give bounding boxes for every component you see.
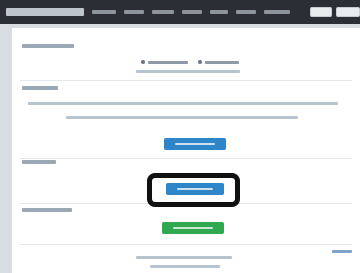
description-line-2: [66, 116, 298, 119]
section-heading-4: [22, 208, 72, 212]
section-heading-1: [22, 44, 74, 48]
green-action-button[interactable]: [162, 222, 224, 234]
header-button-2[interactable]: [336, 7, 360, 17]
header-button-1[interactable]: [310, 7, 332, 17]
radio-option-1-label[interactable]: [148, 61, 188, 64]
radio-option-2-label[interactable]: [205, 61, 239, 64]
description-line-1: [28, 102, 338, 105]
radio-dot-icon[interactable]: [198, 60, 202, 64]
footer-text-1: [136, 256, 232, 259]
divider: [20, 244, 352, 245]
green-action-button-label: [173, 227, 213, 229]
section-heading-2: [22, 86, 58, 90]
nav-item-2[interactable]: [124, 10, 144, 14]
footer-link[interactable]: [332, 250, 352, 253]
nav-item-5[interactable]: [210, 10, 228, 14]
site-logo[interactable]: [6, 8, 84, 16]
divider: [20, 158, 352, 159]
highlight-frame: [147, 173, 240, 207]
radio-help-text: [136, 70, 240, 73]
settings-card: [12, 28, 360, 273]
divider: [20, 80, 352, 81]
nav-item-3[interactable]: [152, 10, 174, 14]
primary-action-button-label: [175, 143, 215, 145]
primary-action-button[interactable]: [164, 138, 226, 150]
radio-dot-icon[interactable]: [141, 60, 145, 64]
section-heading-3: [22, 160, 56, 164]
nav-item-7[interactable]: [264, 10, 290, 14]
nav-item-6[interactable]: [236, 10, 256, 14]
nav-item-4[interactable]: [182, 10, 202, 14]
nav-item-1[interactable]: [92, 10, 116, 14]
footer-text-2: [150, 265, 220, 268]
screenshot: [0, 0, 360, 273]
top-navigation-bar: [0, 0, 360, 24]
